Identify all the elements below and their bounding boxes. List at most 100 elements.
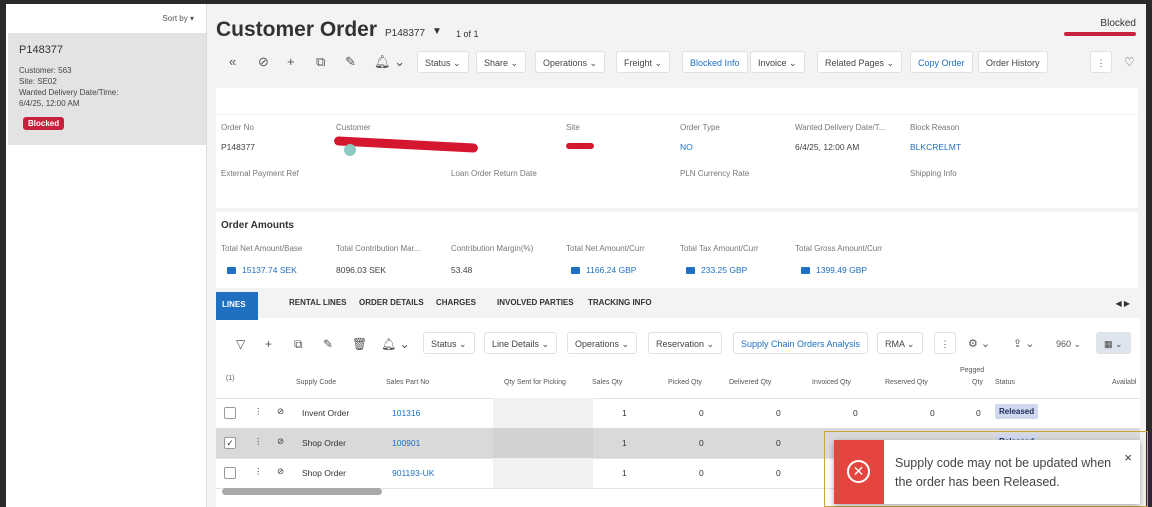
row-checkbox[interactable] [224, 467, 236, 479]
line-details-menu-button[interactable]: Line Details ⌄ [484, 332, 558, 354]
order-selector[interactable]: P148377 [385, 28, 425, 39]
column-qty-sent-for-picking[interactable]: Qty Sent for Picking [504, 379, 566, 386]
amount-label: Total Tax Amount/Curr [680, 244, 759, 253]
total-tax-amount-curr[interactable]: 233.25 GBP [701, 265, 747, 275]
invoice-menu-button[interactable]: Invoice ⌄ [750, 51, 805, 73]
attachment-icon[interactable]: ⊘ [277, 466, 284, 477]
order-card[interactable]: P148377 Customer: 563 Site: SE02 Wanted … [8, 33, 206, 145]
order-history-button[interactable]: Order History [978, 51, 1048, 73]
attachment-icon[interactable]: ⊘ [258, 54, 269, 70]
attachment-icon[interactable]: ⊘ [277, 436, 284, 447]
total-net-amount-base[interactable]: 15137.74 SEK [242, 265, 297, 275]
row-menu-icon[interactable]: ⋮ [254, 466, 263, 477]
tab-involved-parties[interactable]: INVOLVED PARTIES [497, 298, 574, 307]
settings-icon[interactable]: ⚙ ⌄ [968, 337, 990, 350]
order-no-value: P148377 [221, 142, 256, 152]
column-sales-qty[interactable]: Sales Qty [592, 379, 622, 386]
amount-detail-icon[interactable] [686, 267, 695, 274]
horizontal-scrollbar[interactable] [222, 488, 382, 495]
table-row[interactable]: ⋮ ⊘ Invent Order 101316 1 0 0 0 0 0 Rele… [216, 398, 1140, 429]
row-checkbox-checked[interactable]: ✓ [224, 437, 236, 449]
share-menu-button[interactable]: Share ⌄ [476, 51, 527, 73]
column-status[interactable]: Status [995, 379, 1015, 386]
supply-code-cell[interactable]: Invent Order [302, 408, 349, 418]
sales-part-link[interactable]: 101316 [392, 408, 420, 418]
tab-scroll-arrows[interactable]: ◀ ▶ [1115, 299, 1130, 308]
tab-charges[interactable]: CHARGES [436, 298, 476, 307]
freight-menu-button[interactable]: Freight ⌄ [616, 51, 671, 73]
blocked-info-button[interactable]: Blocked Info [682, 51, 748, 73]
column-picked-qty[interactable]: Picked Qty [668, 379, 702, 386]
column-supply-code[interactable]: Supply Code [296, 379, 336, 386]
page-size-selector[interactable]: 960 ⌄ [1056, 339, 1081, 350]
supply-code-cell[interactable]: Shop Order [302, 438, 346, 448]
sales-part-link[interactable]: 901193-UK [392, 468, 434, 478]
tab-rental-lines[interactable]: RENTAL LINES [289, 298, 346, 307]
copy-order-button[interactable]: Copy Order [910, 51, 973, 73]
row-menu-icon[interactable]: ⋮ [254, 436, 263, 447]
error-toast: ✕ Supply code may not be updated when th… [834, 440, 1140, 504]
edit-line-icon[interactable]: ✎ [323, 337, 333, 351]
sales-part-link[interactable]: 100901 [392, 438, 420, 448]
row-menu-icon[interactable]: ⋮ [254, 406, 263, 417]
order-selector-caret-icon[interactable]: ▼ [432, 26, 442, 37]
line-operations-menu-button[interactable]: Operations ⌄ [567, 332, 638, 354]
column-available[interactable]: Availabl [1112, 379, 1136, 386]
order-header-panel: Order No P148377 Customer Site Order Typ… [216, 88, 1138, 208]
toast-icon-area: ✕ [834, 440, 884, 504]
notification-icon[interactable]: 🔔︎ ⌄ [374, 54, 405, 70]
line-notification-icon[interactable]: 🔔︎ ⌄ [381, 337, 410, 351]
filter-icon[interactable]: ▽ [236, 337, 245, 351]
line-more-options-icon[interactable]: ⋮ [934, 332, 956, 354]
column-reserved-qty[interactable]: Reserved Qty [885, 379, 928, 386]
block-reason-label: Block Reason [910, 123, 960, 132]
favorite-icon[interactable]: ♡ [1124, 55, 1135, 69]
export-icon[interactable]: ⇪ ⌄ [1013, 337, 1035, 350]
column-pegged-qty-2[interactable]: Qty [972, 379, 983, 386]
order-card-id: P148377 [19, 44, 64, 56]
shipping-info-label: Shipping Info [910, 169, 957, 178]
selected-count: (1) [226, 375, 235, 382]
add-icon[interactable]: + [287, 54, 295, 69]
column-invoiced-qty[interactable]: Invoiced Qty [812, 379, 851, 386]
order-list-panel: Sort by ▾ P148377 Customer: 563 Site: SE… [6, 4, 207, 507]
supply-code-cell[interactable]: Shop Order [302, 468, 346, 478]
more-options-icon[interactable]: ⋮ [1090, 51, 1112, 73]
reservation-menu-button[interactable]: Reservation ⌄ [648, 332, 723, 354]
close-icon[interactable]: × [1124, 450, 1132, 465]
tab-order-details[interactable]: ORDER DETAILS [359, 298, 424, 307]
delete-line-icon[interactable]: 🗑 [352, 337, 367, 351]
sort-by-dropdown[interactable]: Sort by ▾ [162, 14, 194, 23]
invoiced-qty-cell: 0 [853, 408, 858, 418]
amount-detail-icon[interactable] [801, 267, 810, 274]
column-sales-part-no[interactable]: Sales Part No [386, 379, 429, 386]
amount-detail-icon[interactable] [571, 267, 580, 274]
lines-tab-bar: LINES RENTAL LINES ORDER DETAILS CHARGES… [216, 292, 1140, 320]
collapse-icon[interactable]: « [229, 54, 236, 69]
customer-avatar [344, 144, 356, 156]
order-type-label: Order Type [680, 123, 720, 132]
status-menu-button[interactable]: Status ⌄ [417, 51, 469, 73]
tab-lines[interactable]: LINES [216, 292, 258, 320]
duplicate-icon[interactable]: ⧉ [316, 54, 325, 70]
attachment-icon[interactable]: ⊘ [277, 406, 284, 417]
block-reason-link[interactable]: BLKCRELMT [910, 142, 961, 152]
total-gross-amount-curr[interactable]: 1399.49 GBP [816, 265, 867, 275]
view-toggle-button[interactable]: ▦ ⌄ [1096, 332, 1131, 354]
duplicate-line-icon[interactable]: ⧉ [294, 337, 303, 352]
total-net-amount-curr[interactable]: 1166.24 GBP [586, 265, 636, 275]
edit-icon[interactable]: ✎ [345, 54, 356, 70]
line-status-menu-button[interactable]: Status ⌄ [423, 332, 475, 354]
order-type-link[interactable]: NO [680, 142, 693, 152]
column-delivered-qty[interactable]: Delivered Qty [729, 379, 771, 386]
order-no-label: Order No [221, 123, 254, 132]
row-checkbox[interactable] [224, 407, 236, 419]
add-line-icon[interactable]: + [265, 337, 272, 351]
rma-menu-button[interactable]: RMA ⌄ [877, 332, 923, 354]
related-pages-menu-button[interactable]: Related Pages ⌄ [817, 51, 903, 73]
amount-detail-icon[interactable] [227, 267, 236, 274]
tab-tracking-info[interactable]: TRACKING INFO [588, 298, 652, 307]
column-pegged-qty[interactable]: Pegged [960, 367, 984, 374]
operations-menu-button[interactable]: Operations ⌄ [535, 51, 606, 73]
supply-chain-orders-analysis-button[interactable]: Supply Chain Orders Analysis [733, 332, 869, 354]
